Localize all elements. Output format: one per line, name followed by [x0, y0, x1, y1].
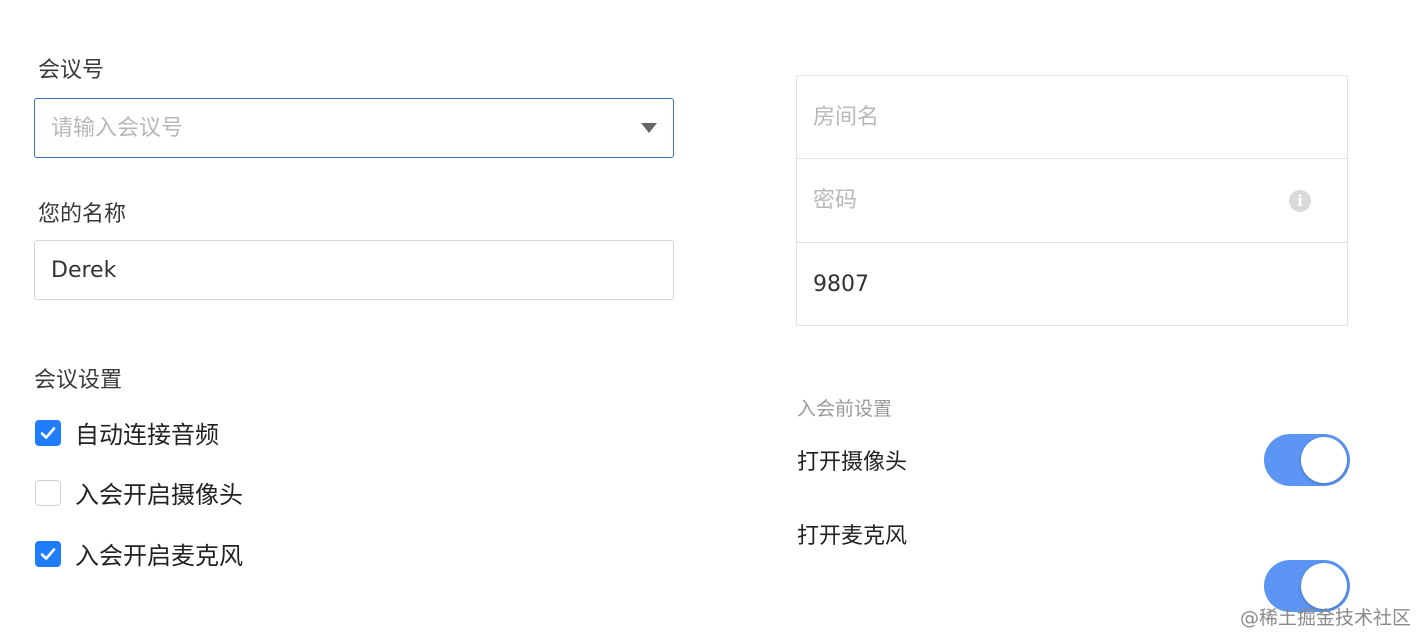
- camera-toggle-label: 打开摄像头: [797, 450, 908, 475]
- option-label[interactable]: 自动连接音频: [75, 415, 219, 450]
- pre-join-settings-title: 入会前设置: [797, 398, 893, 420]
- option-label[interactable]: 入会开启摄像头: [75, 475, 243, 510]
- option-camera-on-join[interactable]: 入会开启摄像头: [35, 475, 243, 510]
- meeting-id-select[interactable]: [34, 98, 674, 158]
- toggle-knob: [1301, 437, 1347, 483]
- checkbox-checked[interactable]: [35, 540, 61, 567]
- checkbox-checked[interactable]: [35, 419, 61, 446]
- option-label[interactable]: 入会开启麦克风: [75, 536, 243, 571]
- camera-toggle[interactable]: [1264, 434, 1350, 486]
- option-mic-on-join[interactable]: 入会开启麦克风: [35, 536, 243, 571]
- name-label: 您的名称: [38, 202, 127, 227]
- info-icon[interactable]: i: [1289, 189, 1311, 212]
- meeting-settings-title: 会议设置: [34, 368, 123, 393]
- room-code-input[interactable]: [813, 271, 1331, 297]
- room-form-panel: i: [796, 75, 1348, 326]
- chevron-down-icon[interactable]: [641, 123, 657, 133]
- room-name-row[interactable]: [797, 76, 1347, 159]
- checkbox-unchecked[interactable]: [35, 479, 61, 506]
- check-icon: [40, 426, 56, 439]
- room-name-input[interactable]: [813, 104, 1331, 130]
- check-icon: [40, 547, 56, 560]
- meeting-id-input[interactable]: [51, 115, 641, 141]
- option-auto-audio[interactable]: 自动连接音频: [35, 415, 219, 450]
- password-row[interactable]: i: [797, 159, 1347, 243]
- meeting-id-label: 会议号: [38, 58, 105, 83]
- password-input[interactable]: [813, 188, 1289, 213]
- name-field[interactable]: [34, 240, 674, 300]
- mic-toggle-label: 打开麦克风: [797, 524, 908, 549]
- watermark: @稀土掘金技术社区: [1240, 607, 1412, 629]
- room-code-row[interactable]: [797, 243, 1347, 325]
- name-input[interactable]: [51, 257, 657, 283]
